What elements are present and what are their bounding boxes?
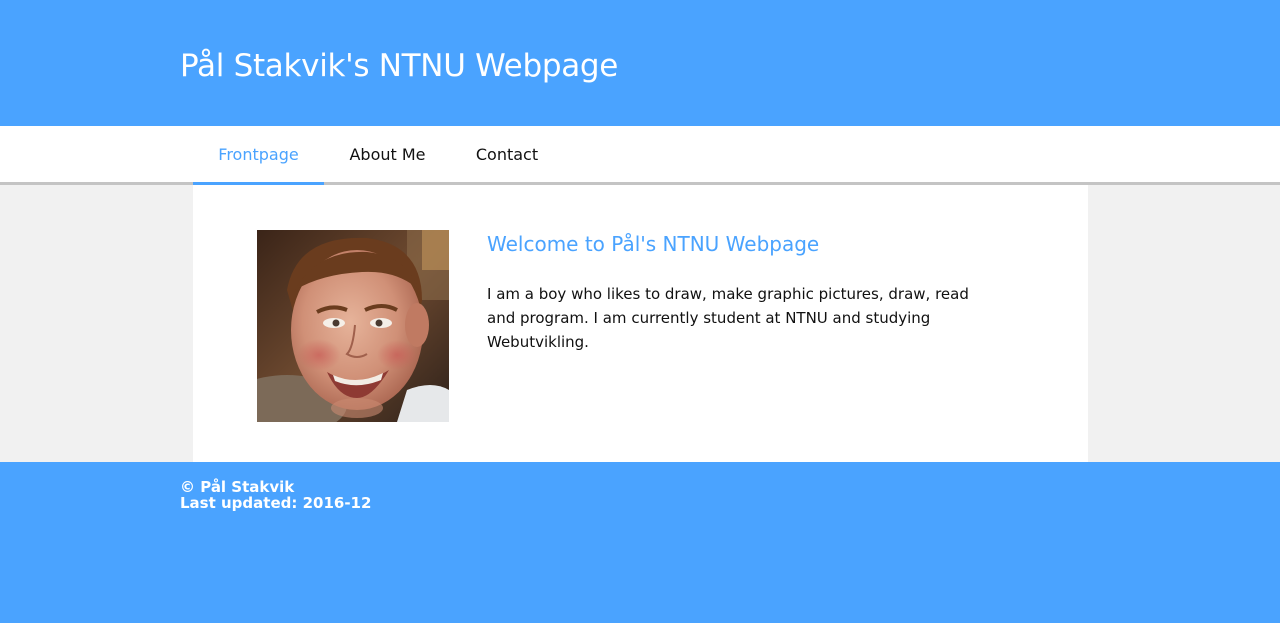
nav-link-contact[interactable]: Contact [451,126,563,182]
footer-last-updated: Last updated: 2016-12 [180,494,372,512]
nav-link-frontpage[interactable]: Frontpage [193,126,324,185]
site-title: Pål Stakvik's NTNU Webpage [180,48,619,84]
profile-photo [257,230,449,422]
site-footer: © Pål Stakvik Last updated: 2016-12 [0,462,1280,623]
intro-paragraph: I am a boy who likes to draw, make graph… [487,285,969,351]
welcome-heading: Welcome to Pål's NTNU Webpage [487,232,820,256]
main-content: Welcome to Pål's NTNU Webpage I am a boy… [193,185,1088,462]
footer-copyright: © Pål Stakvik [180,478,295,496]
site-header: Pål Stakvik's NTNU Webpage [0,0,1280,126]
main-navigation: Frontpage About Me Contact [0,126,1280,185]
nav-link-about-me[interactable]: About Me [324,126,451,182]
